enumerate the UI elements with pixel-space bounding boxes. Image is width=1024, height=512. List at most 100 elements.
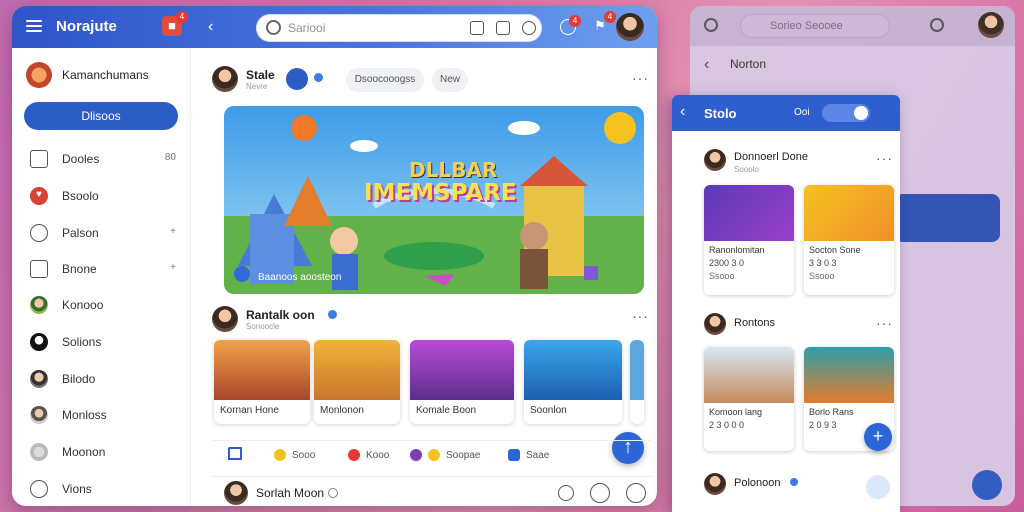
card-title: Komoon lang [709, 407, 763, 417]
add-button[interactable]: + [864, 423, 892, 451]
reaction-label: Kooo [366, 450, 390, 461]
avatar[interactable] [978, 12, 1004, 38]
thumbnail-card[interactable] [630, 340, 644, 424]
more-icon[interactable]: ··· [632, 308, 649, 324]
thumbnail-image [524, 340, 622, 400]
camera-icon[interactable] [470, 21, 484, 35]
reaction-item[interactable]: Sooo [274, 449, 315, 461]
avatar [30, 443, 48, 461]
primary-button[interactable]: Dlisoos [24, 102, 178, 130]
post-avatar[interactable] [704, 473, 726, 495]
hero-title: IMEMSPARE [364, 180, 517, 206]
post-author[interactable]: Sorlah Moon [256, 486, 324, 500]
thumbnail-card[interactable]: Komale Boon [410, 340, 514, 424]
bell-icon[interactable] [930, 18, 944, 32]
avatar [30, 296, 48, 314]
hero-caption: Baanoos aoosteon [258, 272, 342, 283]
home-icon[interactable] [228, 447, 242, 460]
sidebar-item-label: Solions [62, 335, 102, 349]
sidebar-item-monloss[interactable]: Monloss [12, 400, 190, 430]
thumbnail-image [314, 340, 400, 400]
thumbnail-card[interactable]: Kornan Hone [214, 340, 310, 424]
post-avatar[interactable] [212, 66, 238, 92]
more-icon[interactable] [590, 483, 610, 503]
flag-icon[interactable]: ⚑ 4 [590, 11, 616, 36]
sidebar-item-moonon[interactable]: Moonon [12, 437, 190, 467]
sidebar-item-bsoolo[interactable]: ♥ Bsoolo [12, 181, 190, 211]
more-icon[interactable]: ··· [876, 150, 893, 166]
more-icon[interactable]: ··· [632, 70, 649, 86]
card-image [704, 185, 794, 241]
back-icon[interactable]: ‹ [208, 18, 213, 36]
verified-icon [328, 310, 337, 319]
post-avatar[interactable] [704, 149, 726, 171]
background-fab[interactable] [972, 470, 1002, 500]
background-search-input[interactable]: Sorieo Seooee [740, 14, 890, 38]
reaction-item[interactable]: Soopae [410, 449, 480, 461]
sidebar-item-solions[interactable]: Solions [12, 327, 190, 357]
top-bar: Norajute ■ 4 ‹ Sariooi 4 ⚑ 4 [12, 6, 657, 48]
post-chip[interactable]: Dsoocooogss [346, 68, 424, 92]
share-icon[interactable] [496, 21, 510, 35]
post-avatar[interactable] [704, 313, 726, 335]
reaction-label: Saae [526, 450, 550, 461]
card-title: Ranonlomitan [709, 245, 765, 255]
post-author[interactable]: Rontons [734, 317, 775, 329]
more-icon[interactable]: ··· [876, 315, 893, 331]
thumbnail-card[interactable]: Soonlon [524, 340, 622, 424]
smile-icon [428, 449, 440, 461]
background-window-header: Sorieo Seooee [690, 6, 1015, 46]
clock-icon[interactable]: 4 [560, 15, 581, 35]
share-icon[interactable] [626, 483, 646, 503]
sidebar-item-bilodo[interactable]: Bilodo [12, 364, 190, 394]
sidebar-item-palson[interactable]: Palson + [12, 218, 190, 248]
sidebar-item-action[interactable]: + [170, 226, 176, 237]
post-avatar[interactable] [224, 481, 248, 505]
sidebar-item-konooo[interactable]: Konooo [12, 290, 190, 320]
card-image [704, 347, 794, 403]
sidebar-item-dooles[interactable]: Dooles 80 [12, 144, 190, 174]
post-author[interactable]: Rantalk oon [246, 308, 315, 322]
play-icon[interactable] [286, 68, 308, 90]
settings-icon[interactable] [522, 21, 536, 35]
avatar [30, 370, 48, 388]
post-chip[interactable]: New [432, 68, 468, 92]
sidebar-item-bnone[interactable]: Bnone + [12, 254, 190, 284]
sidebar-profile[interactable]: Kamanchumans [26, 62, 149, 88]
search-input[interactable]: Sariooi [256, 14, 542, 42]
calendar-icon [30, 150, 48, 168]
phone-header-label: Ooi [794, 107, 810, 118]
gift-icon[interactable]: ■ 4 [162, 11, 188, 36]
heart-icon [348, 449, 360, 461]
sidebar-item-vions[interactable]: Vions [12, 474, 190, 504]
back-icon[interactable]: ‹ [680, 103, 685, 121]
post-author[interactable]: Polonoon [734, 477, 781, 489]
sidebar-item-action[interactable]: + [170, 262, 176, 273]
phone-card[interactable]: Komoon lang 2 3 0 0 0 [704, 347, 794, 451]
user-icon[interactable] [704, 18, 718, 32]
post-subtitle: Nevre [246, 82, 268, 91]
back-icon[interactable]: ‹ [704, 56, 709, 74]
phone-card[interactable]: Socton Sone 3 3 0 3 Ssooo [804, 185, 894, 295]
card-image [804, 347, 894, 403]
user-avatar[interactable] [616, 13, 644, 41]
notification-badge: 4 [176, 11, 188, 23]
thumbnail-caption: Komale Boon [416, 405, 477, 416]
chat-icon[interactable] [558, 485, 574, 501]
phone-title: Stolo [704, 106, 737, 121]
thumbnail-card[interactable]: Monlonon [314, 340, 400, 424]
post-author[interactable]: Stale [246, 68, 275, 82]
heart-icon: ♥ [30, 187, 48, 205]
post-author[interactable]: Donnoerl Done [734, 151, 808, 163]
toggle-switch[interactable] [822, 104, 870, 122]
reaction-item[interactable]: Kooo [348, 449, 389, 461]
card-line: 3 3 0 3 [809, 258, 837, 268]
hero-image[interactable]: DLLBAR IMEMSPARE Baanoos aoosteon [224, 106, 644, 294]
search-icon [266, 20, 281, 35]
phone-card[interactable]: Ranonlomitan 2300 3 0 Ssooo [704, 185, 794, 295]
menu-icon[interactable] [26, 20, 42, 32]
reaction-item[interactable]: Saae [508, 449, 549, 461]
post-avatar[interactable] [212, 306, 238, 332]
reaction-label: Soopae [446, 450, 481, 461]
profile-name: Kamanchumans [62, 68, 149, 82]
